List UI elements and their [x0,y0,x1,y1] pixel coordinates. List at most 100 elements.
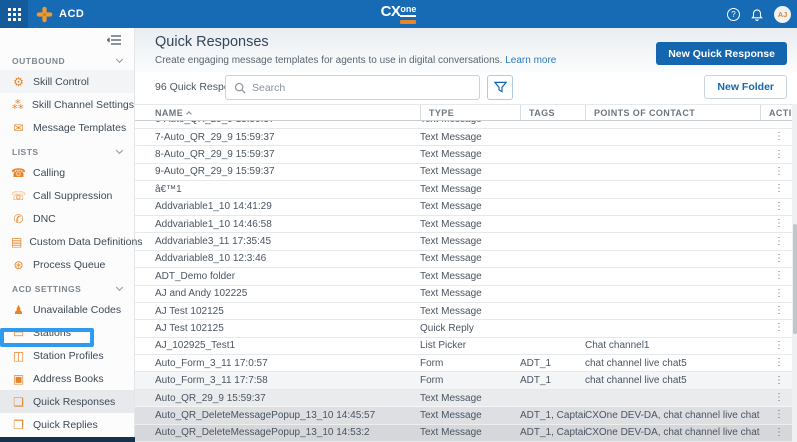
section-label-text: OUTBOUND [12,56,65,66]
search-icon [234,82,246,94]
scrollbar-thumb[interactable] [793,224,797,334]
sidebar-section-lists[interactable]: LISTS [0,143,134,161]
vertical-scrollbar[interactable] [792,104,797,442]
sidebar-item-label: Message Templates [33,122,126,134]
acd-logo-icon [36,6,53,23]
table-row[interactable]: Addvariable8_10 12:3:46Text Message⋮ [135,251,792,268]
table-row[interactable]: ADT_Demo folderText Message⋮ [135,268,792,285]
sidebar-item-custom-data-definitions[interactable]: ▤ Custom Data Definitions [0,230,134,253]
row-actions-kebab-icon[interactable]: ⋮ [774,341,784,351]
monitor-icon: ▭ [11,327,26,339]
sidebar-item-dnc[interactable]: ✆ DNC [0,207,134,230]
chat-reply-icon: ❐ [11,419,26,431]
table-row[interactable]: AJ Test 102125Quick Reply⋮ [135,320,792,337]
sidebar-item-label: Skill Channel Settings [32,99,134,111]
page-title: Quick Responses [155,34,269,50]
user-avatar[interactable]: AJ [774,6,791,23]
sidebar-item-call-suppression[interactable]: ☏ Call Suppression [0,184,134,207]
sidebar-item-unavailable-codes[interactable]: ♟ Unavailable Codes [0,298,134,321]
network-icon: ⁂ [11,99,25,111]
sidebar-item-skill-control[interactable]: ⚙ Skill Control [0,70,134,93]
address-book-icon: ▣ [11,373,26,385]
person-icon: ♟ [11,304,26,316]
table-row[interactable]: AJ_102925_Test1List PickerChat channel1⋮ [135,338,792,355]
sidebar-item-calling[interactable]: ☎ Calling [0,161,134,184]
table-row[interactable]: Auto_QR_DeleteMessagePopup_13_10 14:45:5… [135,407,792,424]
new-quick-response-button[interactable]: New Quick Response [656,42,787,65]
acd-brand[interactable]: ACD [36,6,84,23]
table-row[interactable]: 7-Auto_QR_29_9 15:59:37Text Message⋮ [135,129,792,146]
cxone-logo-badge [400,20,416,24]
table-row[interactable]: Auto_QR_29_9 15:59:37Text Message⋮ [135,390,792,407]
sidebar-item-label: Unavailable Codes [33,304,121,316]
table-row[interactable]: Auto_Form_3_11 17:0:57FormADT_1chat chan… [135,355,792,372]
chat-bubble-icon: ❏ [11,396,26,408]
table-row[interactable]: â€™1Text Message⋮ [135,181,792,198]
new-folder-button[interactable]: New Folder [704,75,787,99]
row-actions-kebab-icon[interactable]: ⋮ [774,376,784,386]
app-name: ACD [59,8,84,20]
row-actions-kebab-icon[interactable]: ⋮ [774,428,784,438]
sidebar-item-label: Call Suppression [33,190,112,202]
table-row[interactable]: Auto_QR_DeleteMessagePopup_13_10 14:53:2… [135,425,792,442]
search-input[interactable] [252,82,471,94]
row-actions-kebab-icon[interactable]: ⋮ [774,410,784,420]
column-header-type[interactable]: TYPE [420,105,520,120]
row-actions-kebab-icon[interactable]: ⋮ [774,167,784,177]
sidebar-item-quick-responses[interactable]: ❏ Quick Responses [0,390,134,413]
phone-dnc-icon: ✆ [11,213,26,225]
sidebar-item-quick-replies[interactable]: ❐ Quick Replies [0,413,134,436]
waffle-grid-icon [8,8,21,21]
process-queue-icon: ⊛ [11,259,26,271]
sidebar-item-message-templates[interactable]: ✉ Message Templates [0,116,134,139]
sidebar-section-acd-settings[interactable]: ACD SETTINGS [0,280,134,298]
row-actions-kebab-icon[interactable]: ⋮ [774,323,784,333]
row-actions-kebab-icon[interactable]: ⋮ [774,237,784,247]
table-row[interactable]: Addvariable1_10 14:41:29Text Message⋮ [135,199,792,216]
row-actions-kebab-icon[interactable]: ⋮ [774,271,784,281]
table-row[interactable]: AJ Test 102125Text Message⋮ [135,303,792,320]
sidebar-item-station-profiles[interactable]: ◫ Station Profiles [0,344,134,367]
column-label: NAME [155,108,183,118]
sidebar-item-label: DNC [33,213,56,225]
top-bar: ACD CX one ? AJ [0,0,797,28]
table-row[interactable]: Auto_Form_3_11 17:7:58FormADT_1chat chan… [135,372,792,389]
table-row[interactable]: AJ and Andy 102225Text Message⋮ [135,286,792,303]
sidebar-item-skill-channel-settings[interactable]: ⁂ Skill Channel Settings [0,93,134,116]
notifications-bell-icon[interactable] [750,7,764,21]
row-actions-kebab-icon[interactable]: ⋮ [774,393,784,403]
sidebar-item-label: Station Profiles [33,350,104,362]
row-actions-kebab-icon[interactable]: ⋮ [774,150,784,160]
table-row[interactable]: 9-Auto_QR_29_9 15:59:37Text Message⋮ [135,164,792,181]
help-icon[interactable]: ? [727,8,740,21]
chevron-down-icon [116,284,123,291]
sidebar-item-address-books[interactable]: ▣ Address Books [0,367,134,390]
row-actions-kebab-icon[interactable]: ⋮ [774,202,784,212]
app-launcher-button[interactable] [0,0,28,28]
column-header-tags[interactable]: TAGS [520,105,585,120]
row-actions-kebab-icon[interactable]: ⋮ [774,184,784,194]
row-actions-kebab-icon[interactable]: ⋮ [774,289,784,299]
row-actions-kebab-icon[interactable]: ⋮ [774,219,784,229]
filter-button[interactable] [487,75,513,100]
row-actions-kebab-icon[interactable]: ⋮ [774,254,784,264]
table-row[interactable]: 8-Auto_QR_29_9 15:59:37Text Message⋮ [135,146,792,163]
sidebar-item-process-queue[interactable]: ⊛ Process Queue [0,253,134,276]
sidebar-section-outbound[interactable]: OUTBOUND [0,52,134,70]
sidebar-item-label: Address Books [33,373,104,385]
sidebar-collapse-icon[interactable] [107,34,122,46]
column-header-name[interactable]: NAME [155,105,420,120]
table-row[interactable]: Addvariable3_11 17:35:45Text Message⋮ [135,233,792,250]
envelope-icon: ✉ [11,122,26,134]
learn-more-link[interactable]: Learn more [505,55,556,66]
sliders-icon: ⚙ [11,76,26,88]
sidebar-item-stations[interactable]: ▭ Stations [0,321,134,344]
table-row[interactable]: Addvariable1_10 14:46:58Text Message⋮ [135,216,792,233]
sidebar-item-label: Process Queue [33,259,105,271]
search-box[interactable] [225,75,480,100]
row-actions-kebab-icon[interactable]: ⋮ [774,306,784,316]
chevron-down-icon [116,56,123,63]
row-actions-kebab-icon[interactable]: ⋮ [774,358,784,368]
column-header-points-of-contact[interactable]: POINTS OF CONTACT [585,105,760,120]
row-actions-kebab-icon[interactable]: ⋮ [774,132,784,142]
